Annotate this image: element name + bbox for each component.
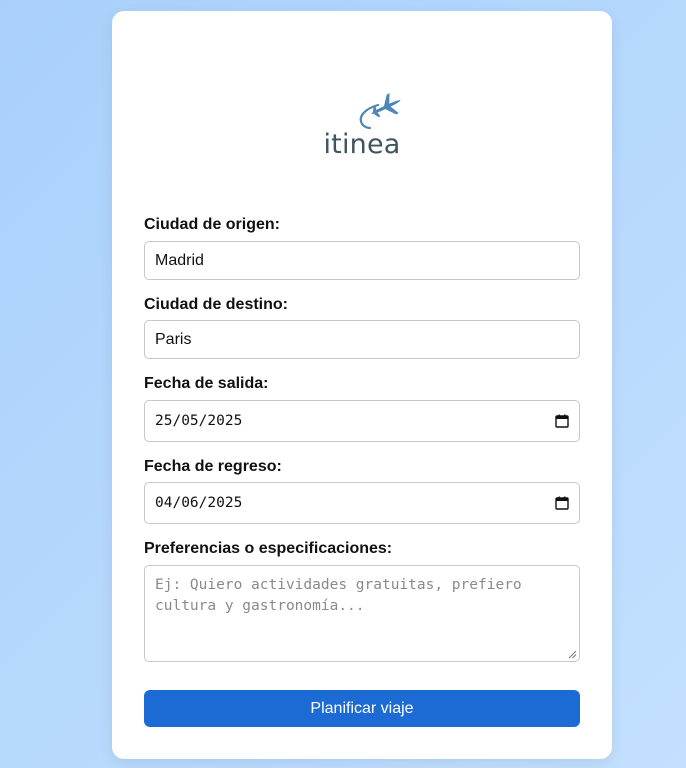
resize-grip-icon[interactable]: [568, 650, 577, 659]
preferences-label: Preferencias o especificaciones:: [144, 540, 393, 557]
return-date-value: 04/06/2025: [155, 495, 243, 511]
calendar-icon[interactable]: [555, 496, 569, 510]
departure-date-input[interactable]: 25/05/2025: [144, 400, 580, 442]
destination-label: Ciudad de destino:: [144, 296, 288, 313]
departure-date-value: 25/05/2025: [155, 413, 243, 429]
preferences-textarea[interactable]: Ej: Quiero actividades gratuitas, prefie…: [144, 565, 580, 662]
brand-name: itinea: [323, 129, 401, 160]
trip-form-card: itinea Ciudad de origen: Madrid Ciudad d…: [112, 11, 612, 759]
origin-input[interactable]: Madrid: [144, 241, 580, 280]
origin-label: Ciudad de origen:: [144, 216, 280, 233]
return-label: Fecha de regreso:: [144, 458, 282, 475]
origin-value: Madrid: [155, 251, 204, 269]
plan-trip-button[interactable]: Planificar viaje: [144, 690, 580, 727]
destination-value: Paris: [155, 330, 192, 348]
preferences-placeholder: Ej: Quiero actividades gratuitas, prefie…: [155, 577, 522, 614]
destination-input[interactable]: Paris: [144, 320, 580, 359]
calendar-icon[interactable]: [555, 414, 569, 428]
departure-label: Fecha de salida:: [144, 375, 269, 392]
brand-logo: itinea: [112, 91, 612, 171]
return-date-input[interactable]: 04/06/2025: [144, 482, 580, 524]
